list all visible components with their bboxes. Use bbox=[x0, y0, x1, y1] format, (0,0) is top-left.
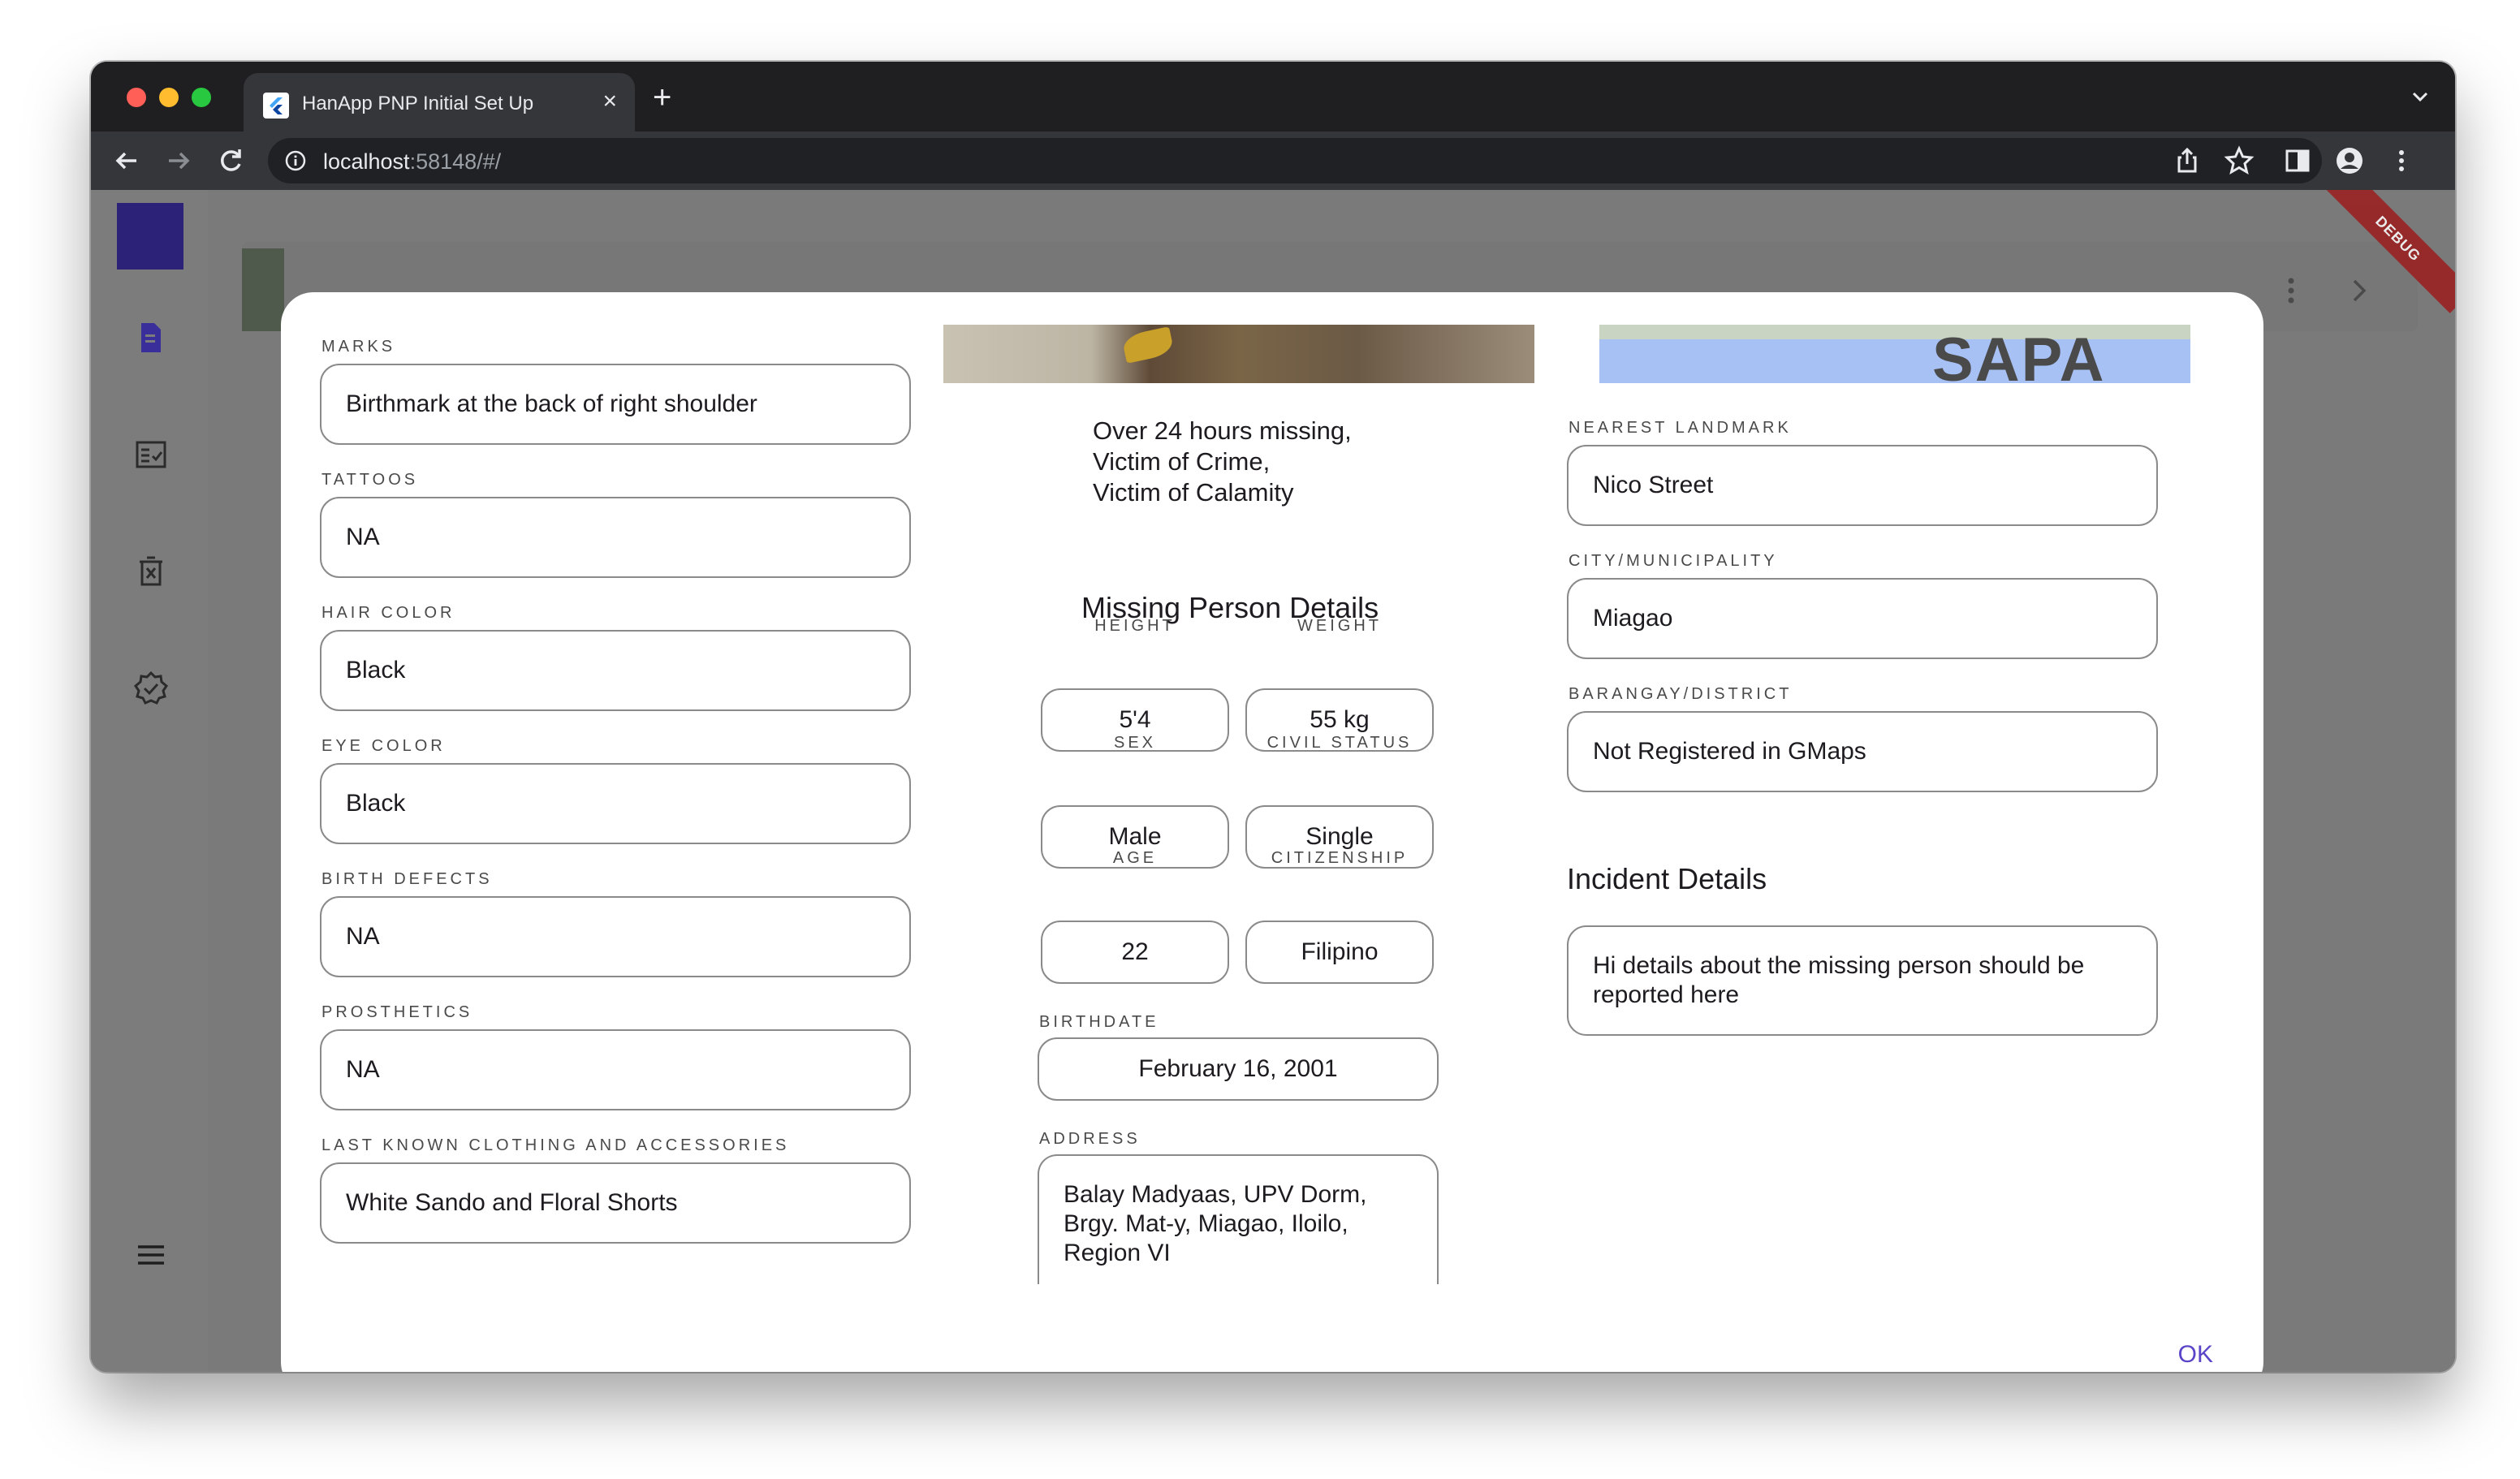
tattoos-label: TATTOOS bbox=[321, 471, 419, 489]
url-host: localhost bbox=[323, 149, 410, 174]
nearest-landmark-field[interactable]: Nico Street bbox=[1567, 445, 2158, 526]
ok-button[interactable]: OK bbox=[2170, 1336, 2221, 1372]
prosthetics-label: PROSTHETICS bbox=[321, 1003, 473, 1021]
height-label: HEIGHT bbox=[1094, 617, 1176, 635]
prosthetics-field[interactable]: NA bbox=[320, 1029, 911, 1110]
barangay-district-field[interactable]: Not Registered in GMaps bbox=[1567, 711, 2158, 792]
status-line: Victim of Crime, bbox=[1093, 447, 1271, 476]
birthdate-label: BIRTHDATE bbox=[1039, 1013, 1159, 1031]
marks-field[interactable]: Birthmark at the back of right shoulder bbox=[320, 364, 911, 445]
url-path: :58148/#/ bbox=[409, 149, 502, 174]
delete-report-icon[interactable] bbox=[133, 554, 169, 593]
birth-defects-label: BIRTH DEFECTS bbox=[321, 870, 493, 888]
tattoos-field[interactable]: NA bbox=[320, 497, 911, 578]
clothing-field[interactable]: White Sando and Floral Shorts bbox=[320, 1162, 911, 1244]
address-line: Region VI bbox=[1064, 1240, 1171, 1266]
hair-color-label: HAIR COLOR bbox=[321, 604, 455, 622]
side-panel-icon[interactable] bbox=[2281, 144, 2314, 181]
nearest-landmark-label: NEAREST LANDMARK bbox=[1569, 419, 1792, 437]
birthdate-field[interactable]: February 16, 2001 bbox=[1038, 1037, 1439, 1101]
hair-color-field[interactable]: Black bbox=[320, 630, 911, 711]
menu-icon[interactable] bbox=[133, 1237, 169, 1277]
age-label: AGE bbox=[1112, 849, 1158, 867]
verified-icon[interactable] bbox=[133, 671, 169, 710]
map-place-label: SAPA bbox=[1932, 326, 2106, 384]
back-arrow-icon[interactable] bbox=[110, 144, 143, 181]
browser-tab[interactable]: HanApp PNP Initial Set Up × bbox=[244, 73, 635, 132]
birth-defects-field[interactable]: NA bbox=[320, 896, 911, 977]
incident-line: Hi details about the missing person shou… bbox=[1593, 952, 2085, 979]
status-line: Over 24 hours missing, bbox=[1093, 416, 1352, 445]
background-thumbnail bbox=[242, 248, 284, 331]
flutter-favicon-icon bbox=[263, 93, 289, 119]
location-map[interactable]: SAPA bbox=[1599, 325, 2190, 383]
document-icon[interactable] bbox=[133, 320, 169, 360]
missing-person-photo bbox=[943, 325, 1534, 383]
clothing-label: LAST KNOWN CLOTHING AND ACCESSORIES bbox=[321, 1136, 790, 1154]
eye-color-field[interactable]: Black bbox=[320, 763, 911, 844]
titlebar: HanApp PNP Initial Set Up × + bbox=[91, 62, 2455, 132]
missing-person-dialog: MARKS Birthmark at the back of right sho… bbox=[281, 292, 2263, 1372]
civil-status-label: CIVIL STATUS bbox=[1266, 734, 1413, 752]
tab-title: HanApp PNP Initial Set Up bbox=[302, 93, 534, 114]
missing-status: Over 24 hours missing, Victim of Crime, … bbox=[1093, 416, 1352, 508]
browser-window: HanApp PNP Initial Set Up × + localhost:… bbox=[91, 62, 2455, 1372]
profile-icon[interactable] bbox=[2333, 144, 2366, 181]
address-field[interactable]: Balay Madyaas, UPV Dorm, Brgy. Mat-y, Mi… bbox=[1038, 1154, 1439, 1284]
incident-line: reported here bbox=[1593, 981, 1740, 1008]
more-vert-icon[interactable] bbox=[2385, 144, 2418, 181]
address-bar[interactable]: localhost:58148/#/ bbox=[268, 138, 2322, 183]
citizenship-label: CITIZENSHIP bbox=[1271, 849, 1409, 867]
city-municipality-label: CITY/MUNICIPALITY bbox=[1569, 552, 1778, 570]
maximize-window-button[interactable] bbox=[192, 88, 211, 107]
navigation-rail bbox=[91, 190, 208, 1372]
site-info-icon[interactable] bbox=[284, 149, 307, 176]
barangay-district-label: BARANGAY/DISTRICT bbox=[1569, 685, 1793, 703]
incident-details-title: Incident Details bbox=[1567, 862, 1767, 895]
share-icon[interactable] bbox=[2171, 144, 2203, 181]
new-tab-button[interactable]: + bbox=[653, 81, 671, 114]
tab-list-chevron-icon[interactable] bbox=[2410, 86, 2431, 111]
url-text: localhost:58148/#/ bbox=[323, 149, 501, 175]
incident-details-field[interactable]: Hi details about the missing person shou… bbox=[1567, 925, 2158, 1036]
forward-arrow-icon[interactable] bbox=[162, 144, 195, 181]
address-line: Brgy. Mat-y, Miagao, Iloilo, bbox=[1064, 1210, 1348, 1237]
status-line: Victim of Calamity bbox=[1093, 478, 1294, 507]
address-label: ADDRESS bbox=[1039, 1130, 1141, 1148]
marks-label: MARKS bbox=[321, 338, 396, 356]
close-window-button[interactable] bbox=[127, 88, 146, 107]
background-more-icon bbox=[2280, 274, 2302, 311]
age-field[interactable]: 22 bbox=[1041, 921, 1229, 984]
address-line: Balay Madyaas, UPV Dorm, bbox=[1064, 1181, 1367, 1208]
checklist-icon[interactable] bbox=[133, 437, 169, 476]
weight-label: WEIGHT bbox=[1297, 617, 1382, 635]
eye-color-label: EYE COLOR bbox=[321, 737, 446, 755]
photo-leaf bbox=[1121, 326, 1175, 364]
browser-toolbar: localhost:58148/#/ bbox=[91, 132, 2455, 190]
app-logo bbox=[117, 203, 183, 269]
app-content: DEBUG MARKS Birthmark at the back of rig… bbox=[91, 190, 2455, 1372]
city-municipality-field[interactable]: Miagao bbox=[1567, 578, 2158, 659]
background-chevron-right-icon bbox=[2345, 276, 2374, 309]
close-tab-icon[interactable]: × bbox=[602, 89, 617, 114]
star-icon[interactable] bbox=[2223, 144, 2255, 181]
citizenship-field[interactable]: Filipino bbox=[1245, 921, 1434, 984]
reload-icon[interactable] bbox=[214, 144, 247, 181]
sex-label: SEX bbox=[1113, 734, 1157, 752]
minimize-window-button[interactable] bbox=[159, 88, 179, 107]
